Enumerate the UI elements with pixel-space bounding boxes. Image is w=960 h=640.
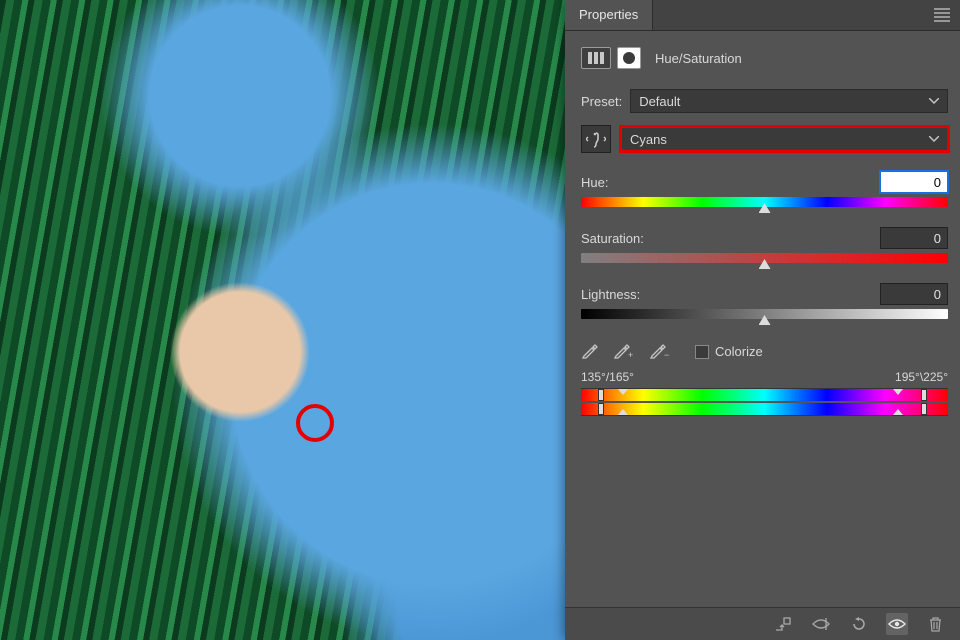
lightness-label: Lightness: [581, 287, 671, 302]
preset-value: Default [639, 94, 680, 109]
panel-body: Hue/Saturation Preset: Default [565, 31, 960, 607]
range-handle-outer-right[interactable] [919, 389, 929, 415]
preset-dropdown[interactable]: Default [630, 89, 948, 113]
colorize-checkbox[interactable]: Colorize [695, 344, 763, 359]
chevron-down-icon [929, 136, 939, 142]
channel-dropdown[interactable]: Cyans [621, 127, 948, 151]
saturation-row: Saturation: [581, 227, 948, 249]
eyedropper-add-icon[interactable]: + [613, 341, 635, 362]
adjustment-name: Hue/Saturation [655, 51, 742, 66]
annotation-circle [296, 404, 334, 442]
hue-slider[interactable] [581, 197, 948, 207]
hue-row: Hue: [581, 171, 948, 193]
svg-text:+: + [628, 350, 633, 359]
chevron-down-icon [929, 98, 939, 104]
channel-row: Cyans [581, 125, 948, 153]
hue-label: Hue: [581, 175, 671, 190]
visibility-icon[interactable] [886, 613, 908, 635]
range-right: 195°\225° [895, 370, 948, 384]
range-handle-inner-right[interactable] [893, 389, 903, 415]
range-handle-outer-left[interactable] [596, 389, 606, 415]
view-previous-icon[interactable] [810, 613, 832, 635]
eyedropper-subtract-icon[interactable]: − [649, 341, 671, 362]
saturation-label: Saturation: [581, 231, 671, 246]
colorize-label: Colorize [715, 344, 763, 359]
hue-slider-thumb[interactable] [759, 203, 771, 213]
svg-text:−: − [664, 350, 669, 359]
saturation-slider[interactable] [581, 253, 948, 263]
saturation-slider-thumb[interactable] [759, 259, 771, 269]
trash-icon[interactable] [924, 613, 946, 635]
properties-tab[interactable]: Properties [565, 0, 653, 30]
lightness-row: Lightness: [581, 283, 948, 305]
preset-label: Preset: [581, 94, 622, 109]
adjustment-type-icon[interactable] [581, 47, 611, 69]
preset-row: Preset: Default [581, 89, 948, 113]
panel-menu-icon[interactable] [934, 6, 950, 24]
range-handle-inner-left[interactable] [618, 389, 628, 415]
lightness-input[interactable] [880, 283, 948, 305]
lightness-slider-thumb[interactable] [759, 315, 771, 325]
hue-input[interactable] [880, 171, 948, 193]
app-stage: Properties Hue/Saturation Preset: Defaul… [0, 0, 960, 640]
reset-icon[interactable] [848, 613, 870, 635]
saturation-input[interactable] [880, 227, 948, 249]
adjustment-header: Hue/Saturation [581, 47, 948, 69]
properties-panel: Properties Hue/Saturation Preset: Defaul… [565, 0, 960, 640]
range-left: 135°/165° [581, 370, 634, 384]
layer-mask-icon[interactable] [617, 47, 641, 69]
sampler-row: + − Colorize [581, 341, 948, 362]
channel-value: Cyans [630, 132, 667, 147]
panel-header: Properties [565, 0, 960, 31]
panel-footer [565, 607, 960, 640]
eyedropper-icon[interactable] [581, 341, 599, 362]
checkbox-icon [695, 345, 709, 359]
color-range-labels: 135°/165° 195°\225° [581, 370, 948, 384]
lightness-slider[interactable] [581, 309, 948, 319]
clip-to-layer-icon[interactable] [772, 613, 794, 635]
targeted-adjustment-tool[interactable] [581, 125, 611, 153]
color-range-strip[interactable] [581, 388, 948, 416]
